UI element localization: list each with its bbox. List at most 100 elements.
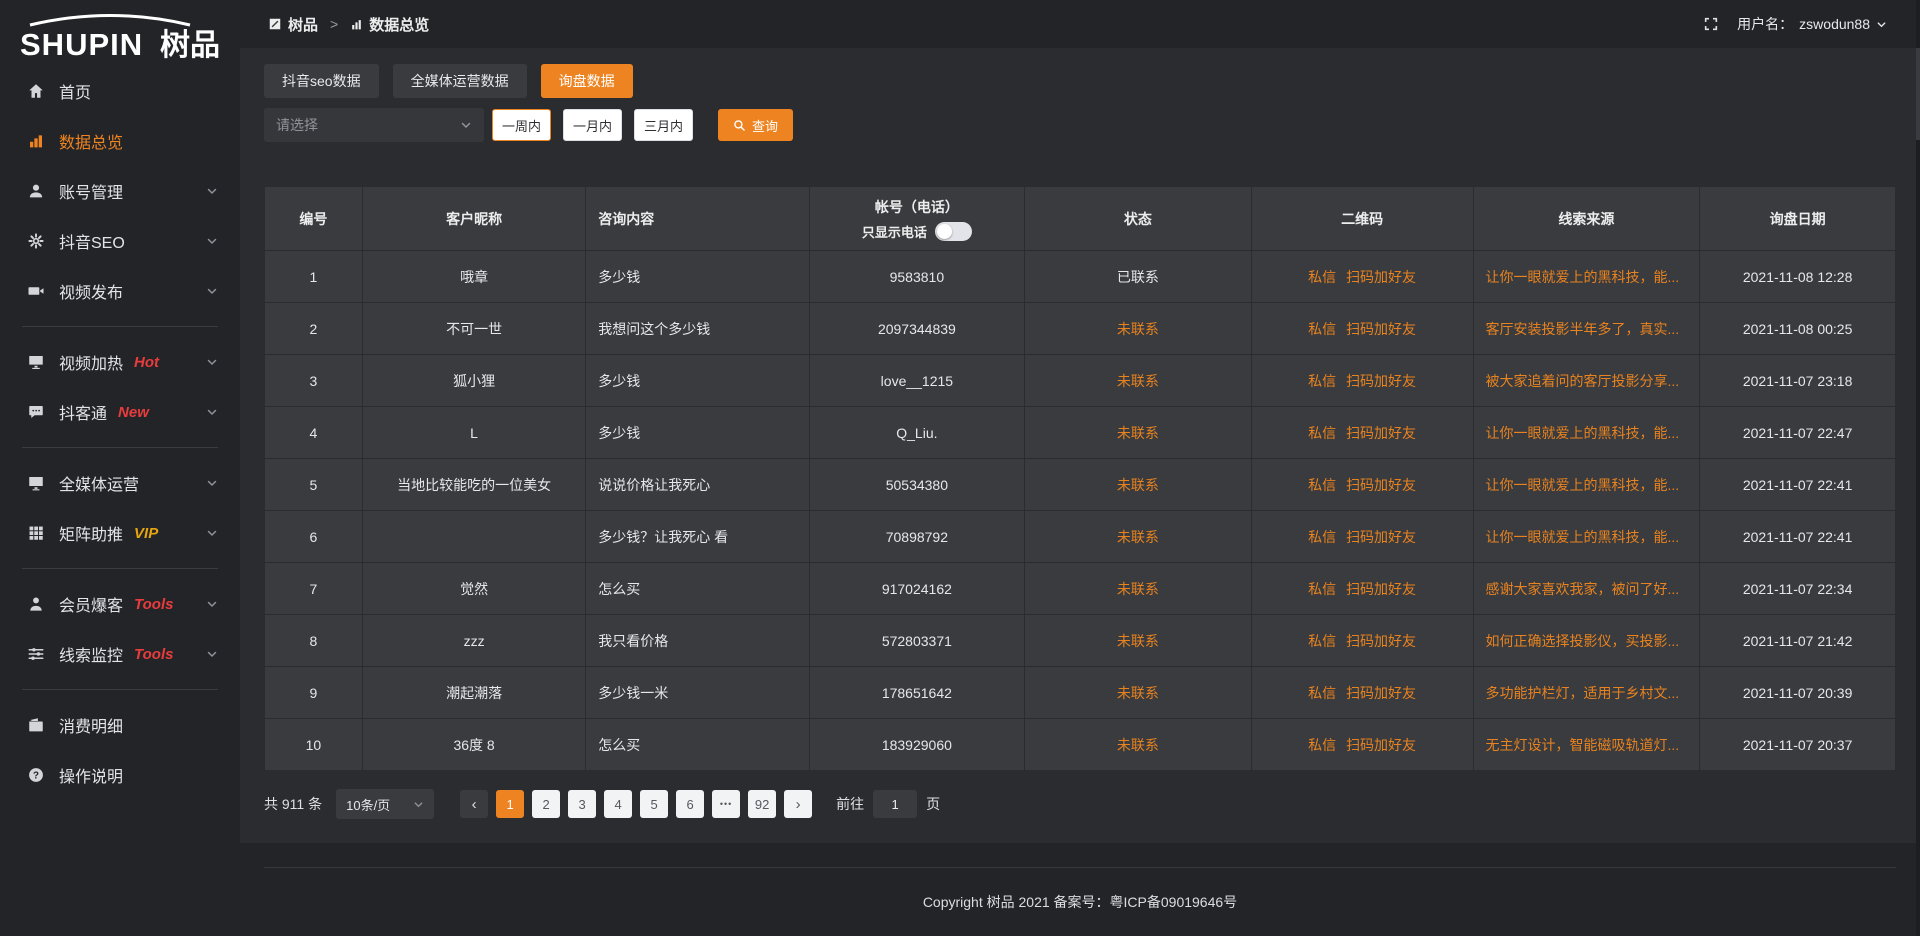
fullscreen-icon[interactable] (1703, 16, 1719, 32)
page-button[interactable]: 1 (496, 790, 524, 818)
sidebar-item[interactable]: 视频加热 Hot (0, 337, 240, 387)
range-button[interactable]: 一月内 (563, 109, 622, 141)
page-button[interactable]: 6 (676, 790, 704, 818)
prev-page-button[interactable]: ‹ (460, 790, 488, 818)
cell-content: 多少钱 (586, 251, 809, 303)
username-label: 用户名： (1737, 14, 1793, 34)
range-button[interactable]: 三月内 (634, 109, 693, 141)
cell-account: love__1215 (809, 355, 1024, 407)
breadcrumb-root[interactable]: 树品 (288, 14, 318, 35)
sidebar-item-label: 矩阵助推 (59, 521, 123, 545)
sidebar-item[interactable]: 线索监控 Tools (0, 629, 240, 679)
status-badge: 未联系 (1117, 425, 1159, 441)
data-tab[interactable]: 全媒体运营数据 (393, 64, 527, 98)
private-message-link[interactable]: 私信 (1308, 685, 1336, 701)
sidebar-item[interactable]: 抖客通 New (0, 387, 240, 437)
lead-source-link[interactable]: 被大家追着问的客厅投影分享... (1486, 373, 1680, 389)
page-size-select[interactable]: 10条/页 (336, 789, 434, 819)
sidebar-item[interactable]: 数据总览 (0, 116, 240, 166)
sidebar-item[interactable]: ? 操作说明 (0, 750, 240, 800)
page-button[interactable]: 92 (748, 790, 776, 818)
lead-source-link[interactable]: 让你一眼就爱上的黑科技，能... (1486, 425, 1680, 441)
content-panel: 抖音seo数据 全媒体运营数据 询盘数据 请选择 一周内 一月内 三月内 (240, 48, 1920, 843)
cell-date: 2021-11-07 22:47 (1700, 407, 1896, 459)
col-header-no: 编号 (265, 187, 363, 251)
page-button[interactable]: 5 (640, 790, 668, 818)
filter-select[interactable]: 请选择 (264, 108, 484, 142)
scan-add-friend-link[interactable]: 扫码加好友 (1346, 737, 1416, 753)
search-button[interactable]: 查询 (718, 109, 793, 141)
page-button[interactable]: ••• (712, 790, 740, 818)
private-message-link[interactable]: 私信 (1308, 425, 1336, 441)
private-message-link[interactable]: 私信 (1308, 737, 1336, 753)
page-button[interactable]: 2 (532, 790, 560, 818)
footer: Copyright 树品 2021 备案号：粤ICP备09019646号 (264, 867, 1896, 912)
col-header-source: 线索来源 (1473, 187, 1700, 251)
sidebar-item[interactable]: 账号管理 (0, 166, 240, 216)
next-page-button[interactable]: › (784, 790, 812, 818)
chevron-down-icon (206, 648, 218, 660)
range-buttons: 一周内 一月内 三月内 (492, 109, 693, 141)
breadcrumb-separator: > (330, 16, 338, 32)
sidebar-item[interactable]: 抖音SEO (0, 216, 240, 266)
chevron-down-icon (206, 185, 218, 197)
scan-add-friend-link[interactable]: 扫码加好友 (1346, 581, 1416, 597)
data-tabs: 抖音seo数据 全媒体运营数据 询盘数据 (264, 64, 1896, 98)
lead-source-link[interactable]: 让你一眼就爱上的黑科技，能... (1486, 269, 1680, 285)
phone-only-toggle[interactable] (935, 222, 972, 241)
page-size-value: 10条/页 (346, 795, 390, 814)
scrollbar[interactable] (1916, 0, 1920, 936)
lead-source-link[interactable]: 让你一眼就爱上的黑科技，能... (1486, 529, 1680, 545)
search-icon (733, 119, 746, 132)
sidebar-item[interactable]: 消费明细 (0, 700, 240, 750)
page-buttons: 1 2 3 4 5 6 ••• 92 (492, 790, 780, 818)
scan-add-friend-link[interactable]: 扫码加好友 (1346, 477, 1416, 493)
sidebar-item[interactable]: 矩阵助推 VIP (0, 508, 240, 558)
table-row: 4 L 多少钱 Q_Liu. 未联系 私信 扫码加好友 让你一眼就爱上的黑科技，… (265, 407, 1896, 459)
scan-add-friend-link[interactable]: 扫码加好友 (1346, 321, 1416, 337)
private-message-link[interactable]: 私信 (1308, 269, 1336, 285)
cell-nickname: zzz (362, 615, 585, 667)
scan-add-friend-link[interactable]: 扫码加好友 (1346, 425, 1416, 441)
col-header-nickname: 客户昵称 (362, 187, 585, 251)
scan-add-friend-link[interactable]: 扫码加好友 (1346, 269, 1416, 285)
sidebar-item[interactable]: 会员爆客 Tools (0, 579, 240, 629)
range-button[interactable]: 一周内 (492, 109, 551, 141)
private-message-link[interactable]: 私信 (1308, 581, 1336, 597)
data-tab[interactable]: 询盘数据 (541, 64, 633, 98)
cell-content: 怎么买 (586, 719, 809, 771)
svg-text:?: ? (33, 770, 39, 781)
lead-source-link[interactable]: 让你一眼就爱上的黑科技，能... (1486, 477, 1680, 493)
scrollbar-thumb[interactable] (1916, 48, 1920, 140)
user-dropdown[interactable]: 用户名：zswodun88 (1737, 14, 1887, 34)
lead-source-link[interactable]: 客厅安装投影半年多了，真实... (1486, 321, 1680, 337)
goto-page-input[interactable] (873, 790, 917, 818)
brand-logo: SHUPIN 树品 (0, 6, 240, 62)
sidebar-item-label: 线索监控 (59, 642, 123, 666)
sidebar-item[interactable]: 首页 (0, 66, 240, 116)
sidebar-item-label: 视频发布 (59, 279, 123, 303)
private-message-link[interactable]: 私信 (1308, 529, 1336, 545)
lead-source-link[interactable]: 感谢大家喜欢我家，被问了好... (1486, 581, 1680, 597)
lead-source-link[interactable]: 如何正确选择投影仪，买投影... (1486, 633, 1680, 649)
col-header-qrcode: 二维码 (1251, 187, 1473, 251)
sidebar-item[interactable]: 全媒体运营 (0, 458, 240, 508)
page-button[interactable]: 4 (604, 790, 632, 818)
private-message-link[interactable]: 私信 (1308, 321, 1336, 337)
private-message-link[interactable]: 私信 (1308, 633, 1336, 649)
page-button[interactable]: 3 (568, 790, 596, 818)
data-tab[interactable]: 抖音seo数据 (264, 64, 379, 98)
scan-add-friend-link[interactable]: 扫码加好友 (1346, 685, 1416, 701)
scan-add-friend-link[interactable]: 扫码加好友 (1346, 633, 1416, 649)
lead-source-link[interactable]: 多功能护栏灯，适用于乡村文... (1486, 685, 1680, 701)
table-row: 5 当地比较能吃的一位美女 说说价格让我死心 50534380 未联系 私信 扫… (265, 459, 1896, 511)
sidebar-item[interactable]: 视频发布 (0, 266, 240, 316)
cell-account: Q_Liu. (809, 407, 1024, 459)
private-message-link[interactable]: 私信 (1308, 373, 1336, 389)
scan-add-friend-link[interactable]: 扫码加好友 (1346, 529, 1416, 545)
lead-source-link[interactable]: 无主灯设计，智能磁吸轨道灯... (1486, 737, 1680, 753)
cell-nickname: L (362, 407, 585, 459)
status-badge: 未联系 (1117, 737, 1159, 753)
scan-add-friend-link[interactable]: 扫码加好友 (1346, 373, 1416, 389)
private-message-link[interactable]: 私信 (1308, 477, 1336, 493)
